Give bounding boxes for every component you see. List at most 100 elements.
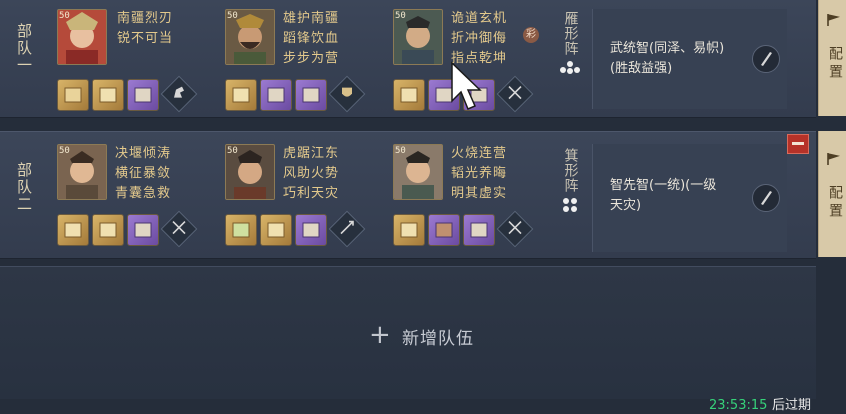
mount-slot[interactable] [160,210,198,248]
config-label: 配置 [827,46,843,82]
skill-name: 蹈锋饮血 [283,31,340,46]
skill-name: 横征暴敛 [115,166,172,181]
config-button-2[interactable]: 配置 [818,131,846,257]
scroll-item[interactable] [57,79,89,111]
skill-name: 步步为营 [283,51,340,66]
special-badge: 彩 [523,27,539,43]
mount-slot[interactable] [160,75,198,113]
scroll-item[interactable] [463,214,495,246]
scroll-item[interactable] [260,214,292,246]
skill-name: 锐不可当 [117,31,174,46]
scroll-item[interactable] [127,214,159,246]
level-badge: 50 [227,11,238,21]
scroll-item[interactable] [92,214,124,246]
scroll-icon [470,222,488,238]
scroll-icon [267,87,285,103]
level-badge: 50 [59,146,70,156]
config-button-1[interactable]: 配置 [818,0,846,116]
brush-icon [761,52,772,66]
add-team-button[interactable]: + 新增队伍 [0,266,816,399]
general-portrait[interactable]: 50 [57,9,107,65]
edit-brush-button[interactable] [752,45,780,73]
mouse-cursor-icon [451,61,482,110]
crossbow-icon [508,86,522,100]
general-slot-1[interactable]: 50 南疆烈刃 锐不可当 [57,9,207,113]
tactic-line: (胜敌益强) [610,61,673,76]
team-row-2: 部队二 50 决堰倾涛 横征暴敛 青囊急救 50 虎踞江东 风助火势 巧利天灾 … [0,131,816,259]
horse-icon [174,86,184,98]
general-portrait[interactable]: 50 [225,9,275,65]
scroll-icon [134,222,152,238]
scroll-icon [435,222,453,238]
scroll-item[interactable] [92,79,124,111]
general-slot-2[interactable]: 50 虎踞江东 风助火势 巧利天灾 [225,144,375,248]
scroll-icon [99,222,117,238]
scroll-item[interactable] [295,214,327,246]
team-row-1: 部队一 50 南疆烈刃 锐不可当 50 雄护南疆 蹈锋饮血 步步为营 50 诡道… [0,0,816,118]
scroll-item[interactable] [393,79,425,111]
scroll-icon [99,87,117,103]
remove-team-button[interactable] [787,134,809,154]
formation[interactable]: 雁形阵 [555,11,585,74]
general-slot-1[interactable]: 50 决堰倾涛 横征暴敛 青囊急救 [57,144,207,248]
flag-icon [827,14,840,26]
tactic-line: 智先智(一统)(一级 [610,178,717,193]
skill-name: 巧利天灾 [283,186,340,201]
skill-name: 虎踞江东 [283,146,340,161]
level-badge: 50 [395,11,406,21]
tactic-panel[interactable]: 武统智(同泽、易帜) (胜敌益强) [592,9,787,109]
crossbow-icon [508,221,522,235]
general-portrait[interactable]: 50 [57,144,107,200]
skill-name: 折冲御侮 [451,31,508,46]
scroll-icon [64,87,82,103]
tactic-line: 天灾) [610,198,642,213]
scroll-item[interactable] [225,214,257,246]
scroll-icon [267,222,285,238]
mount-slot[interactable] [496,210,534,248]
formation[interactable]: 箕形阵 [555,148,585,213]
scroll-item[interactable] [127,79,159,111]
skill-name: 火烧连营 [451,146,508,161]
tactic-panel[interactable]: 智先智(一统)(一级 天灾) [592,144,787,252]
tactic-line: 武统智(同泽、易帜) [610,41,725,56]
team-label: 部队二 [15,162,33,213]
mount-slot[interactable] [496,75,534,113]
scroll-item[interactable] [428,214,460,246]
expire-suffix: 后过期 [772,398,812,413]
scroll-item[interactable] [225,79,257,111]
skill-name: 南疆烈刃 [117,11,174,26]
general-portrait[interactable]: 50 [393,144,443,200]
scroll-icon [134,87,152,103]
scroll-icon [302,222,320,238]
formation-name: 雁形阵 [562,11,579,56]
skill-name: 雄护南疆 [283,11,340,26]
team-label: 部队一 [15,23,33,74]
formation-icon [563,198,577,212]
minus-icon [792,142,804,145]
general-portrait[interactable]: 50 [225,144,275,200]
general-portrait[interactable]: 50 [393,9,443,65]
scroll-icon [302,87,320,103]
skill-name: 决堰倾涛 [115,146,172,161]
scroll-icon [400,222,418,238]
scroll-icon [64,222,82,238]
mount-slot[interactable] [328,210,366,248]
config-label: 配置 [827,185,843,221]
level-badge: 50 [395,146,406,156]
general-slot-2[interactable]: 50 雄护南疆 蹈锋饮血 步步为营 [225,9,375,113]
spear-icon [340,220,354,235]
skill-name: 青囊急救 [115,186,172,201]
skill-name: 诡道玄机 [451,11,508,26]
formation-name: 箕形阵 [562,148,579,193]
skill-name: 风助火势 [283,166,340,181]
mount-slot[interactable] [328,75,366,113]
scroll-icon [400,87,418,103]
shield-icon [342,87,352,97]
scroll-item[interactable] [57,214,89,246]
scroll-icon [232,222,250,238]
scroll-item[interactable] [393,214,425,246]
general-slot-3[interactable]: 50 火烧连营 韬光养晦 明其虚实 [393,144,543,248]
scroll-item[interactable] [295,79,327,111]
edit-brush-button[interactable] [752,184,780,212]
scroll-item[interactable] [260,79,292,111]
